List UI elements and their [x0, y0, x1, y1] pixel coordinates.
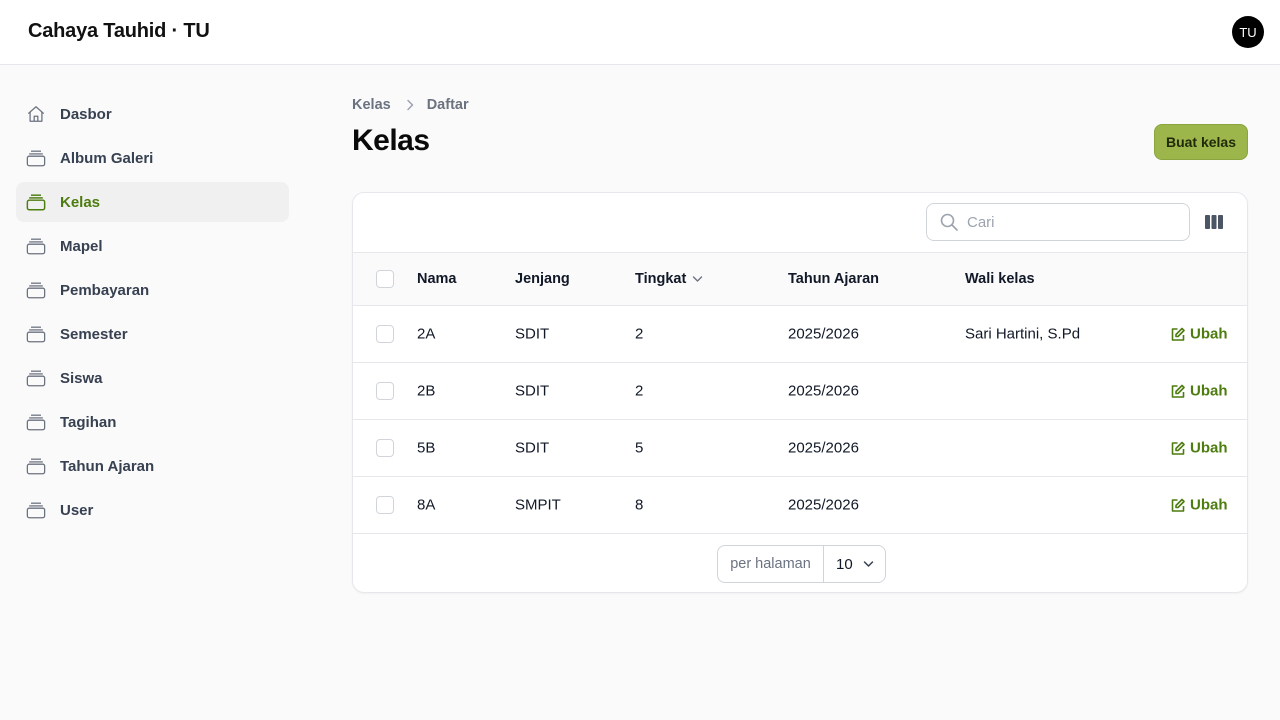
column-header-jenjang: Jenjang	[515, 271, 570, 287]
stack-icon	[26, 280, 46, 300]
column-toggle-icon[interactable]	[1204, 212, 1224, 232]
pagination-per-page: per halaman 10	[717, 545, 886, 583]
edit-icon	[1171, 498, 1185, 512]
breadcrumb-current: Daftar	[426, 97, 469, 113]
cell-nama: 5B	[417, 439, 436, 457]
cell-tahun-ajaran: 2025/2026	[788, 496, 859, 514]
cell-tahun-ajaran: 2025/2026	[788, 382, 859, 400]
chevron-down-icon	[692, 275, 703, 283]
sidebar-item-label: Semester	[60, 325, 128, 343]
search-box[interactable]	[926, 203, 1190, 241]
edit-icon	[1171, 327, 1185, 341]
edit-button[interactable]: Ubah	[1171, 326, 1228, 343]
stack-icon	[26, 456, 46, 476]
row-checkbox[interactable]	[376, 439, 394, 457]
table-row: 2A SDIT 2 2025/2026 Sari Hartini, S.Pd U…	[353, 306, 1247, 363]
cell-jenjang: SDIT	[515, 439, 550, 457]
user-avatar[interactable]: TU	[1232, 16, 1264, 48]
sidebar-item-semester[interactable]: Semester	[16, 314, 289, 354]
sidebar-item-dasbor[interactable]: Dasbor	[16, 94, 289, 134]
search-input[interactable]	[967, 213, 1167, 231]
per-page-label: per halaman	[718, 546, 824, 582]
edit-button[interactable]: Ubah	[1171, 383, 1228, 400]
cell-nama: 2A	[417, 325, 436, 343]
edit-button[interactable]: Ubah	[1171, 440, 1228, 457]
sidebar-item-label: Dasbor	[60, 105, 112, 123]
cell-tingkat: 8	[635, 496, 644, 514]
per-page-value: 10	[836, 555, 853, 573]
row-checkbox[interactable]	[376, 325, 394, 343]
edit-label: Ubah	[1190, 439, 1228, 457]
breadcrumb-link-kelas[interactable]: Kelas	[352, 97, 391, 113]
column-header-tingkat[interactable]: Tingkat	[635, 271, 703, 287]
cell-tahun-ajaran: 2025/2026	[788, 439, 859, 457]
table-row: 8A SMPIT 8 2025/2026 Ubah	[353, 477, 1247, 534]
cell-jenjang: SMPIT	[515, 496, 561, 514]
stack-icon	[26, 148, 46, 168]
table-header: Nama Jenjang Tingkat Tahun Ajaran Wali k…	[353, 252, 1247, 306]
cell-jenjang: SDIT	[515, 325, 550, 343]
cell-nama: 8A	[417, 496, 436, 514]
column-header-wali-kelas: Wali kelas	[965, 271, 1035, 287]
sidebar-item-label: Album Galeri	[60, 149, 154, 167]
table-card: Nama Jenjang Tingkat Tahun Ajaran Wali k…	[352, 192, 1248, 593]
sidebar-item-pembayaran[interactable]: Pembayaran	[16, 270, 289, 310]
sidebar-item-tagihan[interactable]: Tagihan	[16, 402, 289, 442]
sidebar-item-label: Kelas	[60, 193, 101, 211]
cell-nama: 2B	[417, 382, 436, 400]
edit-label: Ubah	[1190, 382, 1228, 400]
edit-icon	[1171, 441, 1185, 455]
cell-wali-kelas: Sari Hartini, S.Pd	[965, 325, 1081, 343]
select-all-checkbox[interactable]	[376, 270, 394, 288]
sidebar-item-album-galeri[interactable]: Album Galeri	[16, 138, 289, 178]
column-header-nama: Nama	[417, 271, 457, 287]
topbar: Cahaya Tauhid · TU TU	[0, 0, 1280, 65]
sidebar-item-label: User	[60, 501, 94, 519]
sidebar-item-user[interactable]: User	[16, 490, 289, 530]
row-checkbox[interactable]	[376, 382, 394, 400]
cell-tingkat: 5	[635, 439, 644, 457]
sidebar: Dasbor Album Galeri Kelas Mapel Pembayar…	[16, 94, 289, 534]
chevron-right-icon	[405, 99, 415, 111]
sidebar-item-label: Pembayaran	[60, 281, 150, 299]
row-checkbox[interactable]	[376, 496, 394, 514]
per-page-select[interactable]: 10	[824, 546, 885, 582]
stack-icon	[26, 192, 46, 212]
stack-icon	[26, 236, 46, 256]
cell-tahun-ajaran: 2025/2026	[788, 325, 859, 343]
table-row: 5B SDIT 5 2025/2026 Ubah	[353, 420, 1247, 477]
column-header-tahun-ajaran: Tahun Ajaran	[788, 271, 880, 287]
home-icon	[26, 104, 46, 124]
page-title: Kelas	[352, 124, 430, 157]
create-class-button[interactable]: Buat kelas	[1154, 124, 1248, 160]
sidebar-item-kelas[interactable]: Kelas	[16, 182, 289, 222]
stack-icon	[26, 412, 46, 432]
stack-icon	[26, 324, 46, 344]
sidebar-item-mapel[interactable]: Mapel	[16, 226, 289, 266]
sidebar-item-label: Mapel	[60, 237, 103, 255]
table-row: 2B SDIT 2 2025/2026 Ubah	[353, 363, 1247, 420]
edit-label: Ubah	[1190, 496, 1228, 514]
sidebar-item-label: Tagihan	[60, 413, 117, 431]
sidebar-item-siswa[interactable]: Siswa	[16, 358, 289, 398]
stack-icon	[26, 500, 46, 520]
column-header-label: Tingkat	[635, 271, 687, 287]
cell-tingkat: 2	[635, 382, 644, 400]
app-brand[interactable]: Cahaya Tauhid · TU	[28, 20, 210, 43]
sidebar-item-label: Siswa	[60, 369, 103, 387]
search-icon	[939, 212, 959, 232]
edit-icon	[1171, 384, 1185, 398]
breadcrumb: Kelas Daftar	[352, 97, 469, 113]
cell-jenjang: SDIT	[515, 382, 550, 400]
cell-tingkat: 2	[635, 325, 644, 343]
stack-icon	[26, 368, 46, 388]
sidebar-item-tahun-ajaran[interactable]: Tahun Ajaran	[16, 446, 289, 486]
sidebar-item-label: Tahun Ajaran	[60, 457, 155, 475]
edit-label: Ubah	[1190, 325, 1228, 343]
chevron-down-icon	[863, 560, 874, 568]
edit-button[interactable]: Ubah	[1171, 497, 1228, 514]
